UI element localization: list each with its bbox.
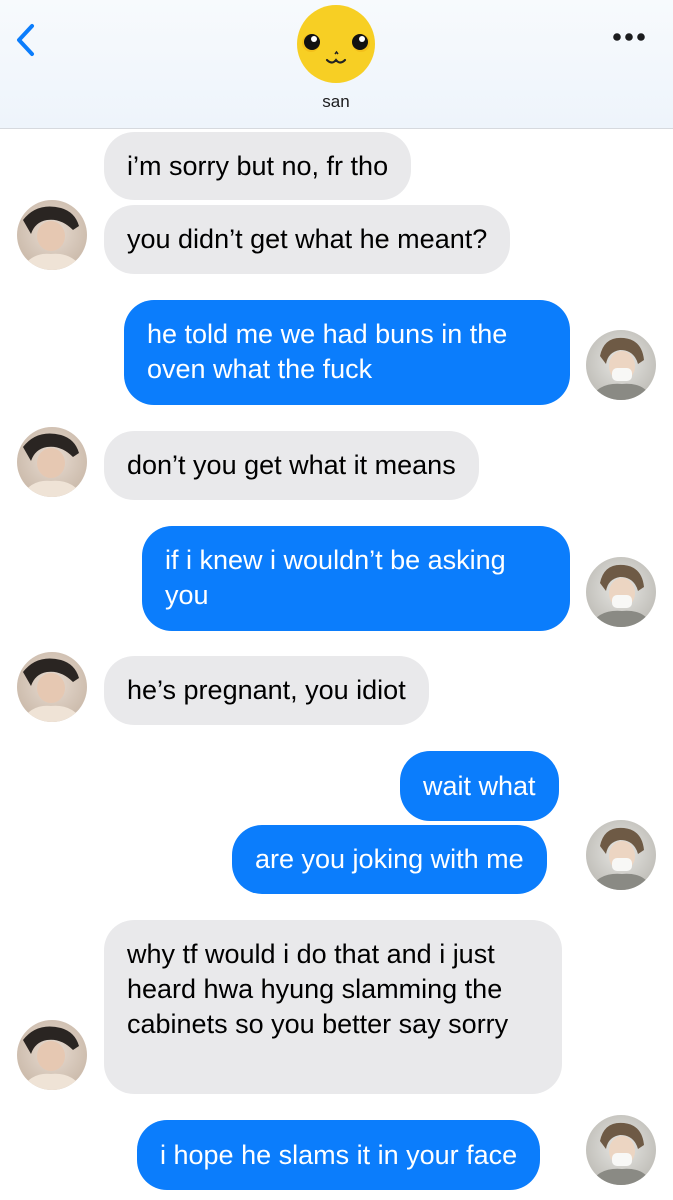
message-bubble-incoming[interactable]: you didn’t get what he meant?	[104, 205, 511, 274]
message-bubble-outgoing[interactable]: are you joking with me	[232, 825, 547, 894]
message-bubble-incoming[interactable]: he’s pregnant, you idiot	[104, 656, 429, 725]
user-avatar[interactable]	[586, 557, 656, 627]
message-bubble-incoming[interactable]: don’t you get what it means	[104, 431, 479, 500]
message-bubble-outgoing[interactable]: if i knew i wouldn’t be asking you	[142, 526, 570, 631]
user-avatar[interactable]	[586, 820, 656, 890]
message-bubble-incoming[interactable]: why tf would i do that and i just heard …	[104, 920, 562, 1094]
sender-avatar[interactable]	[17, 652, 87, 722]
message-bubble-outgoing[interactable]: he told me we had buns in the oven what …	[124, 300, 570, 405]
chat-header: san	[0, 0, 673, 129]
contact-avatar[interactable]	[297, 5, 375, 83]
sender-avatar[interactable]	[17, 200, 87, 270]
message-bubble-outgoing[interactable]: wait what	[400, 751, 559, 821]
sender-avatar[interactable]	[17, 427, 87, 497]
user-avatar[interactable]	[586, 330, 656, 400]
message-bubble-incoming[interactable]: i’m sorry but no, fr tho	[104, 132, 412, 200]
message-bubble-outgoing[interactable]: i hope he slams it in your face	[137, 1120, 541, 1190]
chevron-left-icon[interactable]	[12, 22, 42, 58]
sender-avatar[interactable]	[17, 1020, 87, 1090]
contact-name[interactable]: san	[236, 92, 436, 112]
user-avatar[interactable]	[586, 1115, 656, 1185]
ellipsis-icon[interactable]	[611, 30, 647, 44]
